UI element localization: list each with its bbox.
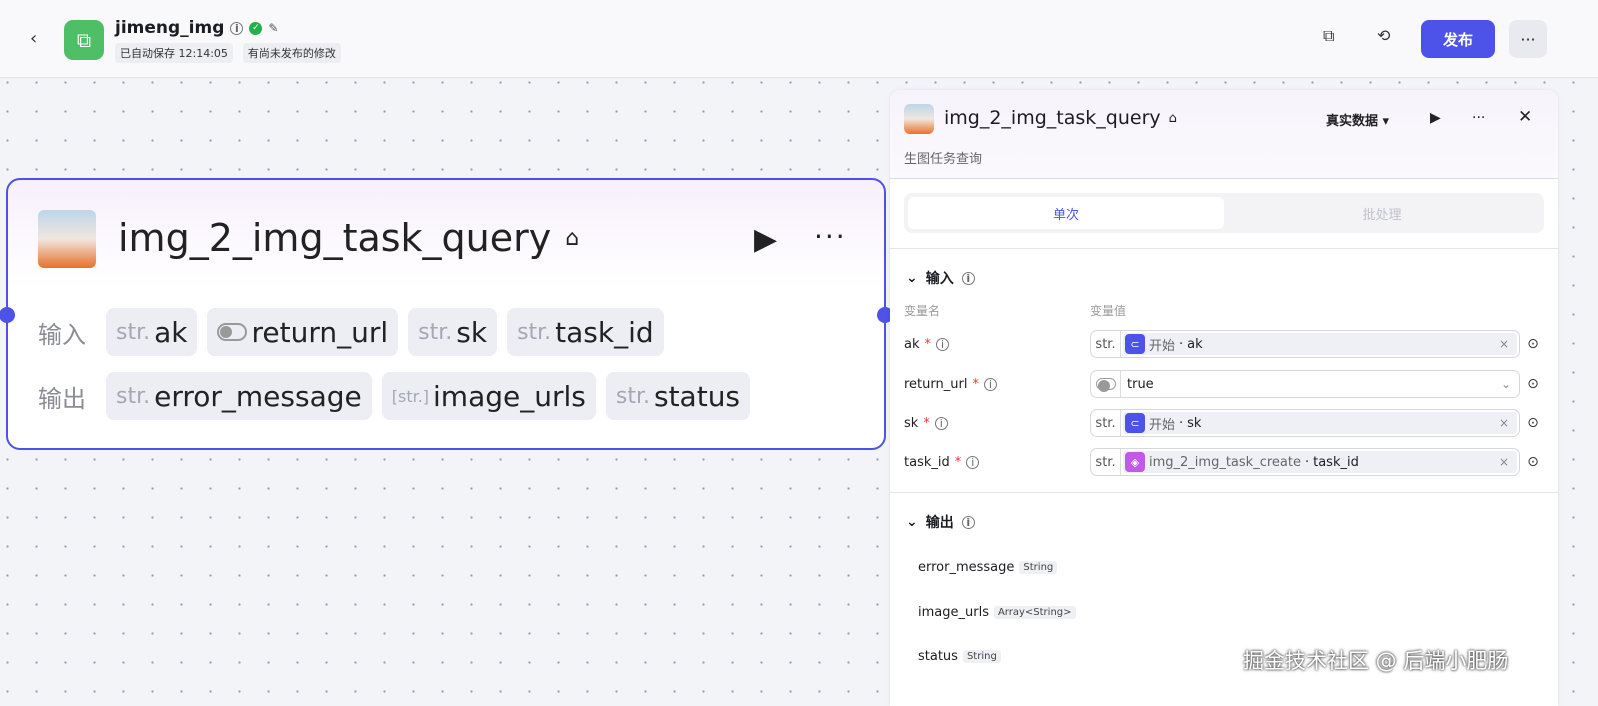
chevron-down-icon: ⌄ — [906, 514, 918, 530]
clear-icon[interactable]: × — [1499, 455, 1509, 469]
clear-icon[interactable]: × — [1499, 416, 1509, 430]
output-section-header[interactable]: ⌄ 输出 i — [906, 512, 975, 532]
input-row-task-id: task_id * i str. ◈ img_2_img_task_create · ta… — [904, 447, 1544, 477]
input-row-return-url: return_url * i true ⌄ ⊙ — [904, 369, 1544, 399]
close-icon[interactable]: ✕ — [1518, 107, 1532, 127]
plugin-avatar — [904, 104, 934, 134]
workflow-node[interactable]: img_2_img_task_query ⌂ ▶ ··· 输入 str. ak re… — [0, 178, 893, 450]
input-section-header[interactable]: ⌄ 输入 i — [906, 268, 975, 288]
boolean-icon — [217, 323, 248, 341]
output-chip: [str.] image_urls — [381, 372, 596, 420]
unpublished-badge: 有尚未发布的修改 — [242, 43, 341, 63]
column-header-value: 变量值 — [1090, 304, 1127, 318]
input-label: 输入 — [38, 320, 86, 349]
output-item: status String — [918, 649, 1001, 664]
tab-single[interactable]: 单次 — [908, 197, 1224, 229]
output-item: image_urls Array<String> — [918, 605, 1076, 620]
variable-select-icon[interactable]: ⊙ — [1522, 454, 1544, 470]
node-inputs: 输入 str. ak return_url str. sk str. task_id — [38, 308, 664, 356]
boolean-icon — [1095, 378, 1116, 392]
ak-value-field[interactable]: str. ⊂ 开始 · ak × — [1090, 330, 1520, 358]
copy-icon[interactable]: ⧉ — [1323, 26, 1334, 46]
node-config-panel: img_2_img_task_query ⌂ 生图任务查询 真实数据 ▾ ▶ ··… — [890, 90, 1558, 706]
output-chip: str. error_message — [106, 372, 372, 420]
publish-button[interactable]: 发布 — [1421, 20, 1495, 58]
info-icon: i — [966, 455, 980, 469]
sk-value-field[interactable]: str. ⊂ 开始 · sk × — [1090, 409, 1520, 437]
more-icon[interactable]: ··· — [814, 220, 847, 253]
more-button[interactable]: ··· — [1509, 20, 1547, 58]
run-mode-tabs: 单次 批处理 — [904, 193, 1544, 233]
workflow-name: jimeng_img — [115, 18, 225, 38]
node-outputs: 输出 str. error_message [str.] image_urls st… — [38, 372, 751, 420]
info-icon: i — [934, 416, 948, 430]
task-id-value-field[interactable]: str. ◈ img_2_img_task_create · task_id × — [1090, 448, 1520, 476]
output-label: 输出 — [38, 384, 86, 413]
workflow-logo-icon: ⧉ — [64, 20, 104, 60]
plugin-icon: ⌂ — [1168, 110, 1177, 126]
info-icon: i — [961, 515, 975, 529]
input-chip: str. ak — [106, 308, 198, 356]
panel-title: img_2_img_task_query — [944, 107, 1161, 129]
more-icon[interactable]: ··· — [1472, 110, 1485, 126]
column-header-name: 变量名 — [904, 304, 941, 318]
input-chip: str. task_id — [507, 308, 664, 356]
input-chip: str. sk — [408, 308, 498, 356]
history-icon[interactable]: ⟲ — [1377, 26, 1390, 45]
plugin-icon: ⌂ — [565, 225, 580, 251]
top-bar: ‹ ⧉ jimeng_img i ✓ ✎ 已自动保存 12:14:05 有尚未发… — [0, 0, 1598, 78]
plugin-avatar — [38, 210, 96, 268]
clear-icon[interactable]: × — [1499, 337, 1509, 351]
info-icon[interactable]: i — [230, 21, 244, 35]
run-icon[interactable]: ▶ — [1430, 110, 1441, 126]
input-row-ak: ak * i str. ⊂ 开始 · ak × ⊙ — [904, 329, 1544, 359]
run-icon[interactable]: ▶ — [754, 222, 777, 257]
back-icon[interactable]: ‹ — [30, 28, 37, 49]
chevron-down-icon: ⌄ — [1500, 377, 1511, 391]
watermark: 掘金技术社区 @ 后端小肥肠 — [1243, 649, 1509, 673]
variable-select-icon[interactable]: ⊙ — [1522, 336, 1544, 352]
data-mode-dropdown[interactable]: 真实数据 ▾ — [1326, 110, 1389, 129]
workflow-title: jimeng_img i ✓ ✎ — [115, 18, 278, 38]
autosave-badge: 已自动保存 12:14:05 — [115, 43, 233, 63]
chevron-down-icon: ⌄ — [906, 270, 918, 286]
panel-subtitle: 生图任务查询 — [904, 152, 983, 167]
edit-icon[interactable]: ✎ — [268, 21, 278, 35]
output-item: error_message String — [918, 560, 1058, 575]
output-chip: str. status — [605, 372, 751, 420]
return-url-select[interactable]: true ⌄ — [1090, 370, 1520, 398]
info-icon: i — [983, 377, 997, 391]
start-node-icon: ⊂ — [1125, 413, 1145, 433]
input-row-sk: sk * i str. ⊂ 开始 · sk × ⊙ — [904, 408, 1544, 438]
node-title: img_2_img_task_query — [118, 216, 552, 260]
input-chip: return_url — [207, 308, 399, 356]
input-port[interactable] — [0, 307, 15, 323]
start-node-icon: ⊂ — [1125, 334, 1145, 354]
plugin-node-icon: ◈ — [1125, 452, 1145, 472]
info-icon: i — [961, 271, 975, 285]
check-icon: ✓ — [249, 21, 263, 35]
tab-batch[interactable]: 批处理 — [1224, 197, 1540, 229]
variable-select-icon[interactable]: ⊙ — [1522, 376, 1544, 392]
info-icon: i — [936, 337, 949, 351]
variable-select-icon[interactable]: ⊙ — [1522, 415, 1544, 431]
